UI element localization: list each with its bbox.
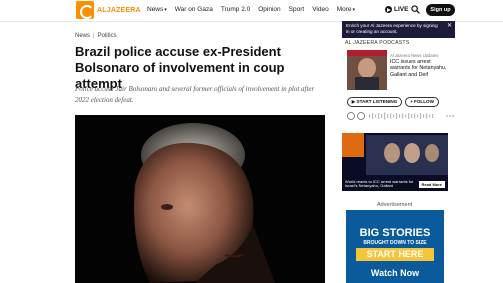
nav-item-war-on-gaza[interactable]: War on Gaza [175, 6, 213, 13]
podcast-episode-title[interactable]: ICC issues arrest warrants for Netanyahu… [390, 59, 450, 78]
article-standfirst: Police accuse Jair Bolsonaro and several… [75, 85, 315, 104]
breadcrumb-separator: | [93, 33, 95, 39]
breadcrumb-politics[interactable]: Politics [98, 33, 117, 39]
breadcrumb: News | Politics [75, 33, 117, 39]
ad-watch-now[interactable]: Watch Now [346, 268, 444, 278]
video-ad-caption: World reacts to ICC arrest warrants for … [345, 178, 414, 189]
advertisement-banner[interactable]: BIG STORIES BROUGHT DOWN TO SIZE START H… [346, 210, 444, 283]
play-icon [385, 6, 392, 13]
chevron-down-icon: ▾ [352, 7, 356, 13]
nav-item-more[interactable]: More▾ [337, 6, 355, 13]
signin-banner[interactable]: Enrich your Al Jazeera experience by sig… [342, 21, 455, 38]
podcast-show-name: Al Jazeera News Updates [390, 53, 439, 58]
nav-item-video[interactable]: Video [312, 6, 329, 13]
follow-button[interactable]: + FOLLOW [405, 97, 439, 107]
video-ad[interactable]: World reacts to ICC arrest warrants for … [342, 133, 448, 191]
signup-button[interactable]: Sign up [426, 4, 455, 16]
podcasts-heading: AL JAZEERA PODCASTS [345, 40, 410, 46]
podcast-thumbnail[interactable] [347, 50, 387, 90]
start-listening-button[interactable]: ▶ START LISTENING [347, 97, 402, 107]
nav-item-trump[interactable]: Trump 2.0 [221, 6, 250, 13]
podcast-thumbnail-image [347, 50, 387, 90]
signin-banner-text: Enrich your Al Jazeera experience by sig… [346, 23, 438, 34]
nav-item-news[interactable]: News▾ [147, 6, 167, 13]
read-more-button[interactable]: Read More [418, 181, 445, 188]
site-header: ALJAZEERA News▾ War on Gaza Trump 2.0 Op… [0, 0, 503, 22]
live-button[interactable]: LIVE [385, 6, 408, 13]
waveform [369, 112, 434, 120]
hero-portrait-illustration [75, 115, 325, 283]
aljazeera-logo-icon [76, 1, 94, 19]
ad-start-here: START HERE [356, 248, 434, 261]
advertisement-label: Advertisement [377, 202, 413, 208]
nav-item-sport[interactable]: Sport [289, 6, 305, 13]
logo-text: ALJAZEERA [97, 6, 141, 14]
nav-item-opinion[interactable]: Opinion [258, 6, 280, 13]
ad-headline: BIG STORIES [359, 227, 431, 239]
live-label: LIVE [394, 6, 409, 13]
breadcrumb-news[interactable]: News [75, 33, 90, 39]
close-icon[interactable]: ✕ [447, 23, 452, 29]
rewind-icon [347, 112, 355, 120]
search-icon[interactable] [411, 5, 420, 14]
hero-image [75, 115, 325, 283]
ad-subheadline: BROUGHT DOWN TO SIZE [363, 240, 427, 246]
forward-icon [357, 112, 365, 120]
aljazeera-logo[interactable]: ALJAZEERA [76, 1, 141, 19]
more-icon [446, 115, 454, 117]
chevron-down-icon: ▾ [164, 7, 167, 13]
audio-player[interactable] [347, 111, 455, 121]
main-nav: News▾ War on Gaza Trump 2.0 Opinion Spor… [147, 6, 355, 13]
